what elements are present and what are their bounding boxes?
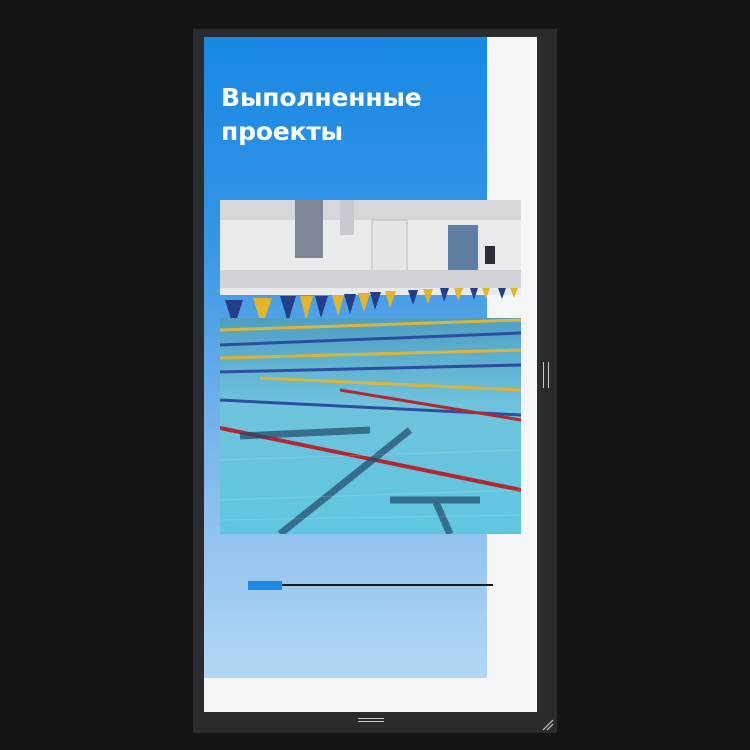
- project-photo[interactable]: [220, 200, 521, 534]
- resize-corner-icon[interactable]: [542, 716, 554, 731]
- carousel-progress-slider[interactable]: [248, 578, 493, 592]
- slider-track[interactable]: [248, 584, 493, 586]
- grip-vertical-icon[interactable]: [543, 362, 549, 388]
- slider-thumb[interactable]: [248, 581, 283, 590]
- grip-horizontal-icon[interactable]: [358, 718, 384, 724]
- device-preview-frame: Выполненные проекты: [193, 29, 557, 733]
- page-viewport: Выполненные проекты: [204, 37, 537, 712]
- resize-bar: [193, 712, 557, 733]
- section-title: Выполненные проекты: [221, 83, 422, 146]
